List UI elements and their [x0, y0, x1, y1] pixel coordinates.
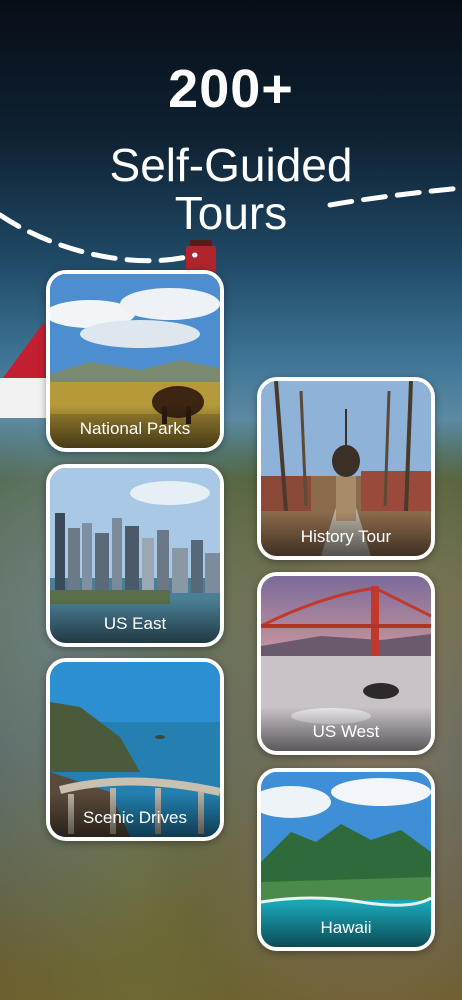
- card-label: US West: [261, 707, 431, 751]
- card-us-east[interactable]: US East: [46, 464, 224, 647]
- promo-screen: 200+ Self-Guided Tours National Parks Hi…: [0, 0, 462, 1000]
- card-history-tour[interactable]: History Tour: [257, 377, 435, 560]
- card-hawaii[interactable]: Hawaii: [257, 768, 435, 951]
- card-label: Hawaii: [261, 903, 431, 947]
- subtitle-line-1: Self-Guided: [109, 139, 353, 191]
- tour-count-heading: 200+: [168, 59, 294, 119]
- card-label: Scenic Drives: [50, 793, 220, 837]
- subtitle-line-2: Tours: [174, 187, 288, 239]
- card-national-parks[interactable]: National Parks: [46, 270, 224, 452]
- card-scenic-drives[interactable]: Scenic Drives: [46, 658, 224, 841]
- card-us-west[interactable]: US West: [257, 572, 435, 755]
- card-label: US East: [50, 599, 220, 643]
- card-label: National Parks: [50, 404, 220, 448]
- card-label: History Tour: [261, 512, 431, 556]
